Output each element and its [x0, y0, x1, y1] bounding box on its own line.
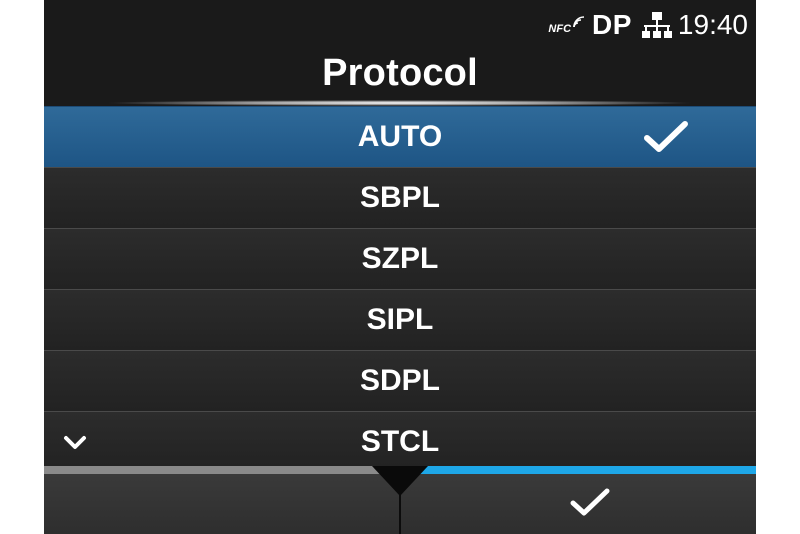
list-item-sdpl[interactable]: SDPL — [44, 350, 756, 411]
clock: 19:40 — [677, 9, 748, 40]
list-item-label: SBPL — [359, 181, 440, 214]
soft-key-bar — [44, 466, 756, 534]
list-item-label: SIPL — [366, 303, 434, 336]
checkmark-icon — [644, 121, 688, 152]
mode-indicator: DP — [592, 9, 632, 40]
list-item-label: SZPL — [361, 242, 439, 275]
nfc-label: NFC — [548, 23, 572, 35]
status-bar: NFC DP 19:40 — [548, 8, 748, 42]
nfc-indicator: NFC — [548, 15, 586, 35]
list-item-auto[interactable]: AUTO — [44, 106, 756, 167]
back-key-body — [44, 474, 400, 534]
soft-key-notch — [372, 466, 428, 496]
nfc-icon — [573, 16, 585, 28]
confirm-key-indicator — [400, 466, 756, 474]
network-icon — [641, 12, 672, 38]
back-soft-key[interactable] — [44, 466, 400, 534]
list-item-stcl[interactable]: STCL — [44, 411, 756, 472]
checkmark-icon — [570, 488, 610, 516]
list-item-sipl[interactable]: SIPL — [44, 289, 756, 350]
printer-display: NFC DP 19:40 Protocol AUTO SBPL SZPL SIP… — [44, 0, 756, 534]
list-item-sbpl[interactable]: SBPL — [44, 167, 756, 228]
list-item-label: SDPL — [359, 364, 440, 397]
protocol-list[interactable]: AUTO SBPL SZPL SIPL SDPL STCL — [44, 106, 756, 472]
list-item-szpl[interactable]: SZPL — [44, 228, 756, 289]
page-title: Protocol — [322, 52, 478, 94]
list-item-label: STCL — [360, 425, 440, 458]
back-key-indicator — [44, 466, 400, 474]
